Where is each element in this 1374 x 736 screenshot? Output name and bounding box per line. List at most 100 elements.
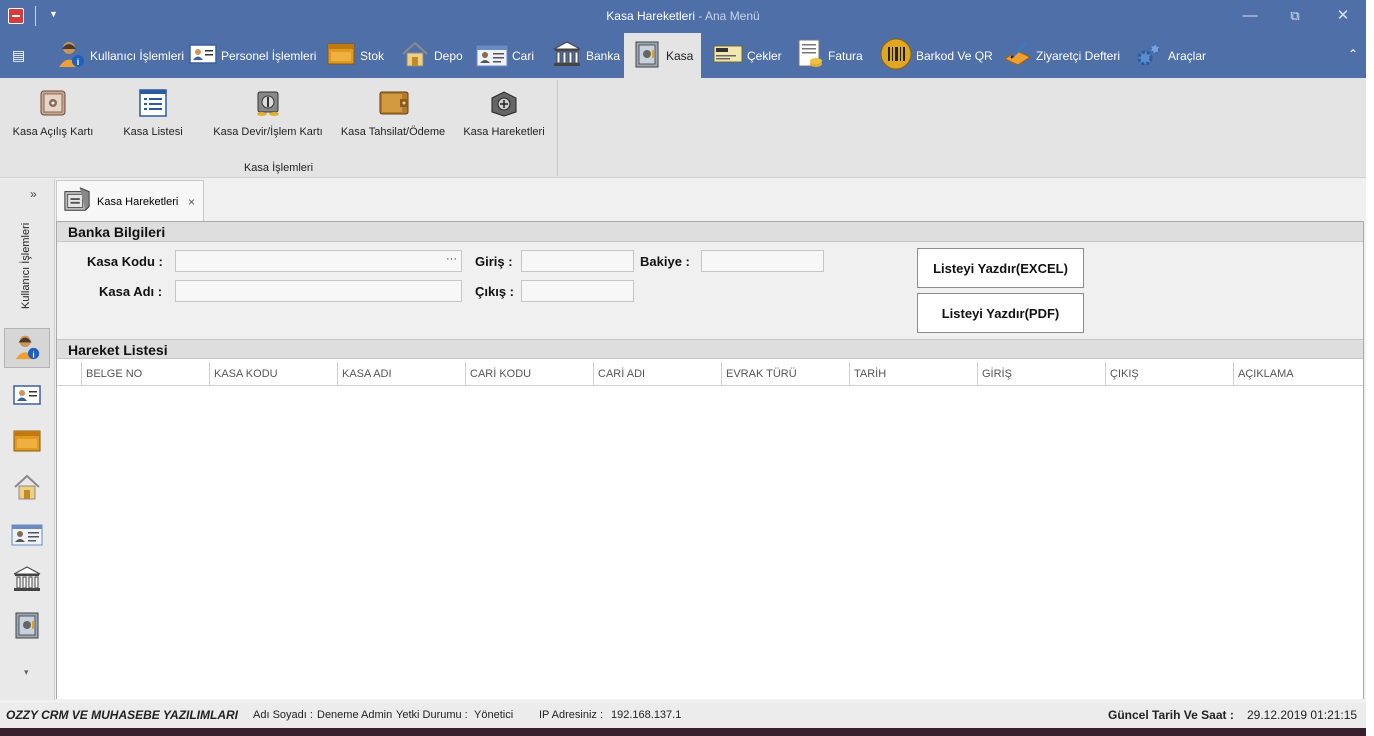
nav-cari[interactable]	[4, 514, 50, 554]
kasa-listesi-button[interactable]: Kasa Listesi	[113, 84, 193, 138]
giris-input[interactable]	[521, 250, 634, 272]
tab-cekler[interactable]: Çekler	[705, 33, 790, 78]
restore-button[interactable]: ⧉	[1283, 5, 1307, 27]
nav-banka[interactable]	[4, 560, 50, 600]
box-icon	[12, 427, 42, 458]
tab-banka[interactable]: Banka	[544, 33, 628, 78]
house-icon	[400, 39, 430, 72]
nav-stok[interactable]	[4, 422, 50, 462]
barcode-icon	[880, 38, 912, 73]
role-value: Yönetici	[474, 709, 514, 721]
kasa-tahsilat-odeme-button[interactable]: Kasa Tahsilat/Ödeme	[336, 84, 450, 138]
tab-araclar[interactable]: Araçlar	[1126, 33, 1214, 78]
ellipsis-button[interactable]: ···	[446, 253, 457, 265]
nav-group-title[interactable]: Kullanıcı İşlemleri	[20, 221, 38, 311]
taskbar-strip	[0, 728, 1366, 736]
tab-label: Fatura	[828, 48, 863, 63]
kasa-kodu-label: Kasa Kodu :	[87, 254, 163, 269]
window-title-text: Kasa Hareketleri	[606, 9, 695, 23]
tab-kasa[interactable]: Kasa	[624, 33, 701, 78]
id-card-icon	[13, 384, 41, 409]
document-tab-label: Kasa Hareketleri	[97, 195, 179, 208]
column-cari-kodu[interactable]: CARİ KODU	[465, 362, 593, 386]
bakiye-input[interactable]	[701, 250, 824, 272]
id-card-icon	[189, 43, 217, 68]
document-tab[interactable]: Kasa Hareketleri ×	[56, 180, 204, 222]
kasa-hareketleri-button[interactable]: Kasa Hareketleri	[459, 84, 549, 138]
box-icon	[326, 40, 356, 71]
tab-barkod-ve-qr[interactable]: Barkod Ve QR	[872, 33, 1001, 78]
expand-nav-icon[interactable]: »	[30, 187, 37, 201]
tab-fatura[interactable]: Fatura	[788, 33, 871, 78]
section-header-banka-bilgileri: Banka Bilgileri	[57, 222, 1363, 242]
tab-label: Banka	[586, 48, 621, 63]
nav-more-icon[interactable]: ▾	[24, 667, 29, 678]
safe-icon	[12, 609, 42, 644]
column-tarih[interactable]: TARİH	[849, 362, 977, 386]
ribbon-collapse-icon[interactable]: ⌃	[1348, 47, 1358, 61]
print-excel-button[interactable]: Listeyi Yazdır(EXCEL)	[917, 248, 1084, 288]
grid-indicator-column	[57, 362, 81, 386]
vault-movements-icon	[63, 186, 91, 217]
datetime-value: 29.12.2019 01:21:15	[1247, 708, 1358, 722]
tab-label: Kasa	[666, 48, 694, 63]
tab-label: Çekler	[747, 48, 782, 63]
tab-depo[interactable]: Depo	[392, 33, 471, 78]
nav-kullanici-islemleri[interactable]: i	[4, 328, 50, 368]
nav-personel-islemleri[interactable]	[4, 376, 50, 416]
company-name: OZZY CRM VE MUHASEBE YAZILIMLARI	[6, 708, 239, 722]
gears-icon	[1134, 39, 1164, 72]
tab-stok[interactable]: Stok	[318, 33, 392, 78]
button-label: Kasa Açılış Kartı	[12, 126, 94, 138]
column-cari-adi[interactable]: CARİ ADI	[593, 362, 721, 386]
cikis-label: Çıkış :	[475, 284, 515, 299]
kasa-devir-islem-karti-button[interactable]: Kasa Devir/İşlem Kartı	[210, 84, 326, 138]
kasa-kodu-input[interactable]: ···	[175, 250, 462, 272]
status-bar: OZZY CRM VE MUHASEBE YAZILIMLARI Adı Soy…	[0, 703, 1366, 728]
user-info-icon: i	[13, 332, 41, 365]
content-area: Banka Bilgileri Kasa Kodu : ··· Kasa Adı…	[56, 221, 1364, 699]
tab-personel-islemleri[interactable]: Personel İşlemleri	[181, 33, 324, 78]
check-icon	[713, 43, 743, 68]
house-icon	[12, 472, 42, 505]
nav-kasa[interactable]	[4, 606, 50, 646]
column-kasa-kodu[interactable]: KASA KODU	[209, 362, 337, 386]
kasa-acilis-karti-button[interactable]: Kasa Açılış Kartı	[10, 84, 96, 138]
column-evrak-turu[interactable]: EVRAK TÜRÜ	[721, 362, 849, 386]
window-title: Kasa Hareketleri - Ana Menü	[0, 9, 1366, 23]
ribbon-menu-icon[interactable]: ▤	[12, 47, 25, 64]
column-giris[interactable]: GİRİŞ	[977, 362, 1105, 386]
ribbon-panel: Kasa Açılış Kartı Kasa Listesi Kasa Devi…	[0, 78, 1366, 178]
column-kasa-adi[interactable]: KASA ADI	[337, 362, 465, 386]
nav-depo[interactable]	[4, 468, 50, 508]
tab-label: Depo	[434, 48, 463, 63]
ip-value: 192.168.137.1	[611, 709, 682, 721]
vault-movements-icon	[489, 88, 519, 118]
close-tab-icon[interactable]: ×	[188, 195, 195, 209]
safe-open-icon	[38, 88, 68, 118]
vault-transfer-icon	[253, 88, 283, 118]
cikis-input[interactable]	[521, 280, 634, 302]
user-label: Adı Soyadı :	[253, 709, 313, 721]
minimize-button[interactable]: —	[1238, 5, 1262, 27]
tab-kullanici-islemleri[interactable]: i Kullanıcı İşlemleri	[48, 33, 192, 78]
column-cikis[interactable]: ÇIKIŞ	[1105, 362, 1233, 386]
main-window: ▼ Kasa Hareketleri - Ana Menü — ⧉ ✕ ▤ i …	[0, 0, 1366, 736]
window-subtitle: - Ana Menü	[695, 9, 760, 23]
button-label: Kasa Tahsilat/Ödeme	[340, 126, 446, 138]
tab-ziyaretci-defteri[interactable]: Ziyaretçi Defteri	[994, 33, 1128, 78]
left-navigation: » Kullanıcı İşlemleri i ▾	[0, 179, 55, 700]
user-info-icon: i	[56, 39, 86, 72]
ribbon-tabs: ▤ i Kullanıcı İşlemleri Personel İşlemle…	[0, 33, 1366, 78]
print-pdf-button[interactable]: Listeyi Yazdır(PDF)	[917, 293, 1084, 333]
column-belge-no[interactable]: BELGE NO	[81, 362, 209, 386]
tab-label: Stok	[360, 48, 385, 63]
close-button[interactable]: ✕	[1331, 5, 1355, 27]
kasa-adi-input[interactable]	[175, 280, 462, 302]
hareket-grid[interactable]: BELGE NO KASA KODU KASA ADI CARİ KODU CA…	[57, 362, 1363, 699]
ip-label: IP Adresiniz :	[539, 709, 603, 721]
button-label: Kasa Listesi	[123, 126, 183, 138]
tab-cari[interactable]: Cari	[468, 33, 542, 78]
contact-card-icon	[11, 519, 43, 550]
column-aciklama[interactable]: AÇIKLAMA	[1233, 362, 1363, 386]
